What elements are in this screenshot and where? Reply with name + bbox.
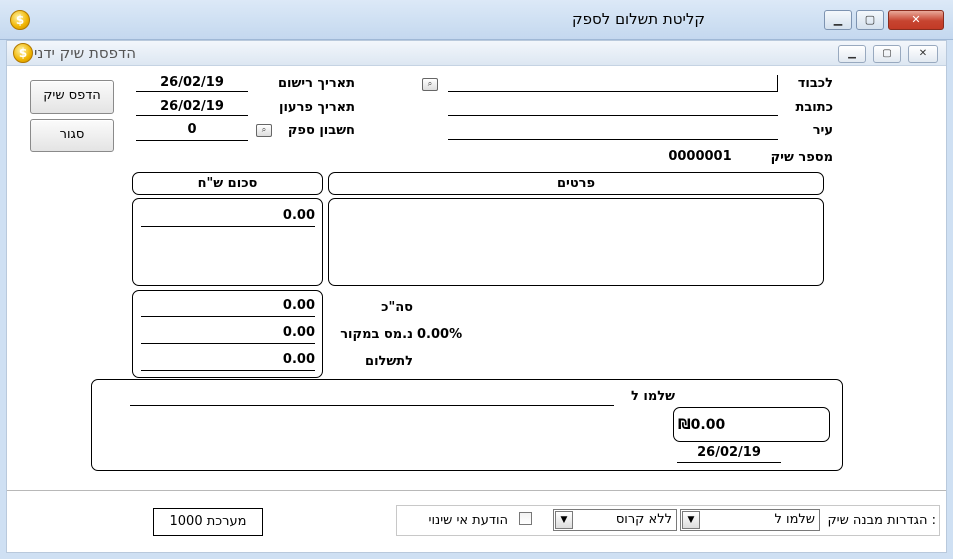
amount-row-field[interactable]: 0.00 xyxy=(141,208,315,227)
check-date: 26/02/19 xyxy=(677,445,781,463)
child-minimize-button[interactable]: ▁ xyxy=(838,45,866,63)
withholding-percent: 0.00% xyxy=(417,327,463,342)
supplier-account-label: חשבון ספק xyxy=(287,123,355,138)
app-coin-icon: $ xyxy=(10,10,30,30)
withholding-value[interactable]: 0.00 xyxy=(141,325,315,344)
check-amount: ₪0.00 xyxy=(678,417,726,433)
close-button[interactable]: סגור xyxy=(30,119,114,152)
details-column-body[interactable] xyxy=(328,198,824,286)
check-number-value: 0000001 xyxy=(668,149,732,164)
pay-to-select-arrow-icon[interactable]: ▼ xyxy=(682,511,700,529)
window-title: קליטת תשלום לספק xyxy=(572,10,705,28)
repayment-date-field[interactable]: 26/02/19 xyxy=(136,99,248,116)
cross-select-arrow-icon[interactable]: ▼ xyxy=(555,511,573,529)
to-lookup-icon[interactable]: ⌕ xyxy=(422,78,438,91)
non-transferable-checkbox[interactable] xyxy=(519,512,532,525)
details-column-header-text: פרטים xyxy=(556,176,596,191)
total-label: סה"כ xyxy=(381,300,413,315)
withholding-label: נ.מס במקור xyxy=(340,327,413,342)
check-number-label: מספר שיק xyxy=(770,150,833,165)
non-transferable-label: הודעת אי שינוי xyxy=(428,513,508,528)
supplier-lookup-icon[interactable]: ⌕ xyxy=(256,124,272,137)
repayment-date-label: תאריך פרעון xyxy=(279,100,355,115)
pay-to-field xyxy=(130,389,614,406)
check-settings-label: הגדרות מבנה שיק : xyxy=(827,513,936,528)
to-field[interactable] xyxy=(448,75,778,92)
child-title-bar xyxy=(7,41,946,66)
address-label: כתובת xyxy=(795,100,833,115)
window-title-bar xyxy=(0,0,953,40)
city-field[interactable] xyxy=(448,123,778,140)
system-label: מערכת 1000 xyxy=(153,508,263,536)
to-pay-label: לתשלום xyxy=(365,354,413,369)
child-window-title: הדפסת שיק ידני xyxy=(33,44,136,62)
to-pay-value: 0.00 xyxy=(141,352,315,371)
address-field[interactable] xyxy=(448,99,778,116)
maximize-button[interactable]: ▢ xyxy=(856,10,884,30)
child-close-button[interactable]: ✕ xyxy=(908,45,938,63)
city-label: עיר xyxy=(812,123,833,138)
total-value: 0.00 xyxy=(141,298,315,317)
registration-date-field[interactable]: 26/02/19 xyxy=(136,75,248,92)
amount-column-header-text: סכום ש"ח xyxy=(197,176,258,191)
to-label: לכבוד xyxy=(797,76,833,91)
pay-to-label: שלמו ל xyxy=(631,389,675,404)
print-check-button[interactable]: הדפס שיק xyxy=(30,80,114,114)
minimize-button[interactable]: ▁ xyxy=(824,10,852,30)
child-restore-button[interactable]: ▢ xyxy=(873,45,901,63)
child-coin-icon: $ xyxy=(13,43,33,63)
registration-date-label: תאריך רישום xyxy=(277,76,355,91)
close-window-button[interactable]: ✕ xyxy=(888,10,944,30)
pay-to-select[interactable]: שלמו ל xyxy=(680,509,820,531)
supplier-account-field[interactable]: 0 xyxy=(136,122,248,141)
